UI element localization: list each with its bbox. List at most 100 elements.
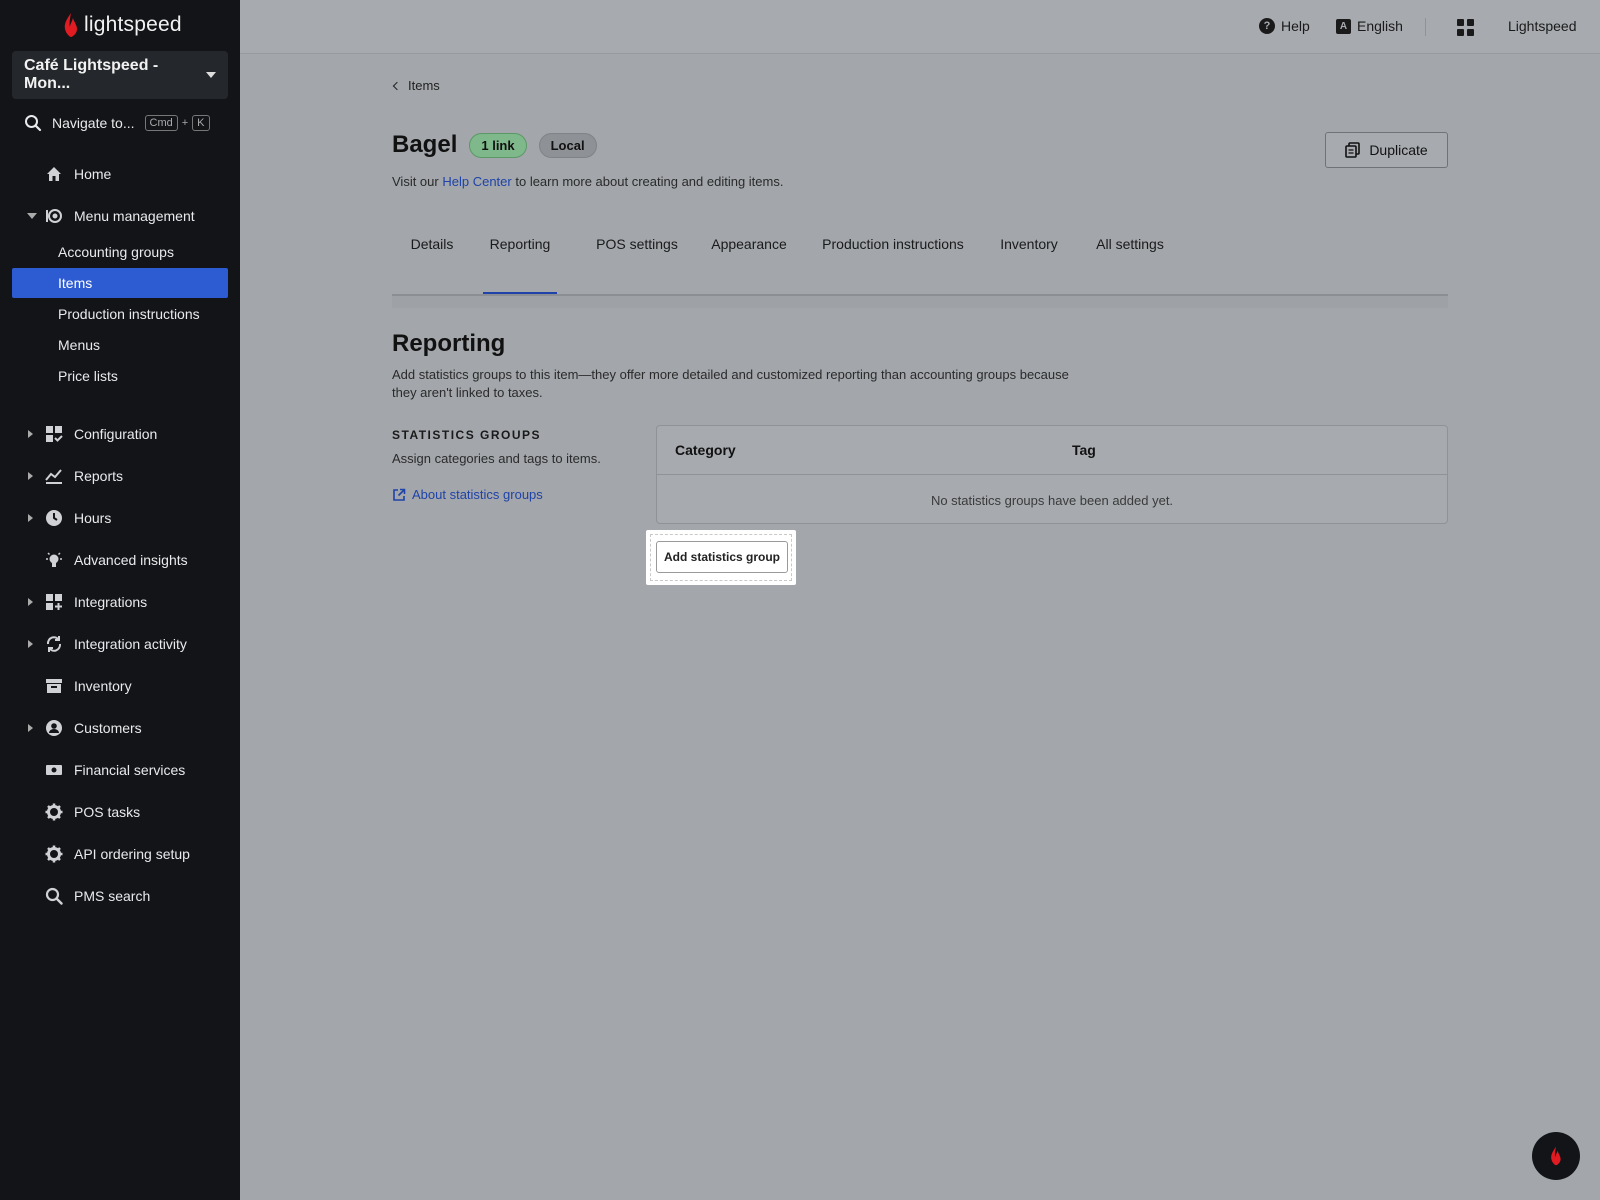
help-suffix: to learn more about creating and editing… — [515, 174, 784, 189]
sidebar-subitem-accounting-groups[interactable]: Accounting groups — [12, 237, 228, 267]
navigate-label: Navigate to... — [52, 115, 135, 131]
tab-production-instructions[interactable]: Production instructions — [804, 194, 982, 294]
expanded-arrow-icon — [27, 213, 37, 219]
inventory-icon — [45, 677, 63, 695]
sidebar-item-advanced-insights[interactable]: Advanced insights — [0, 542, 240, 578]
collapsed-arrow-icon — [28, 640, 33, 648]
about-link-label: About statistics groups — [412, 487, 543, 502]
tab-inventory[interactable]: Inventory — [983, 194, 1075, 294]
sidebar-item-configuration[interactable]: Configuration — [0, 416, 240, 452]
link-badge[interactable]: 1 link — [469, 132, 527, 158]
menu-management-icon — [45, 207, 63, 225]
sidebar-item-label: Customers — [74, 720, 142, 736]
navigate-search[interactable]: Navigate to... Cmd + K — [24, 114, 210, 132]
flame-icon — [1551, 1146, 1561, 1166]
sidebar-subitem-price-lists[interactable]: Price lists — [12, 361, 228, 391]
caret-down-icon — [206, 72, 216, 78]
shortcut-k: K — [192, 115, 210, 131]
cash-icon — [45, 761, 63, 779]
sidebar-item-label: Configuration — [74, 426, 158, 442]
statistics-groups-heading: STATISTICS GROUPS — [392, 428, 542, 442]
sidebar-item-customers[interactable]: Customers — [0, 710, 240, 746]
collapsed-arrow-icon — [28, 724, 33, 732]
sidebar-item-menu-management[interactable]: Menu management — [0, 198, 240, 234]
sidebar-item-home[interactable]: Home — [0, 156, 240, 192]
sidebar-item-reports[interactable]: Reports — [0, 458, 240, 494]
column-header-tag: Tag — [1072, 442, 1096, 458]
tab-bar: Details Reporting POS settings Appearanc… — [392, 232, 1448, 332]
external-link-icon — [393, 488, 406, 501]
statistics-groups-table: Category Tag No statistics groups have b… — [656, 425, 1448, 524]
sidebar-item-hours[interactable]: Hours — [0, 500, 240, 536]
tab-content-strip — [392, 296, 1448, 308]
main-content: Items Bagel 1 link Local Visit our Help … — [240, 54, 1600, 1200]
logo-text: lightspeed — [84, 13, 182, 36]
sidebar-item-label: Integrations — [74, 594, 148, 610]
shortcut-plus: + — [181, 117, 189, 129]
integrations-icon — [45, 593, 63, 611]
sidebar-item-api-ordering-setup[interactable]: API ordering setup — [0, 836, 240, 872]
sidebar: lightspeed Café Lightspeed - Mon... Navi… — [0, 0, 240, 1200]
home-icon — [45, 165, 63, 183]
account-menu[interactable]: Lightspeed — [1508, 18, 1577, 34]
search-icon — [25, 115, 42, 132]
help-button[interactable]: ? Help — [1259, 18, 1310, 34]
shortcut-cmd: Cmd — [144, 115, 178, 131]
breadcrumb[interactable]: Items — [392, 78, 440, 93]
sidebar-item-integrations[interactable]: Integrations — [0, 584, 240, 620]
section-title: Reporting — [392, 330, 506, 357]
language-selector[interactable]: A English — [1336, 18, 1403, 34]
column-header-category: Category — [675, 442, 736, 458]
sidebar-subitem-menus[interactable]: Menus — [12, 330, 228, 360]
lightbulb-icon — [45, 551, 63, 569]
help-prefix: Visit our — [392, 174, 439, 189]
sidebar-item-integration-activity[interactable]: Integration activity — [0, 626, 240, 662]
sidebar-item-label: Reports — [74, 468, 124, 484]
sidebar-subitem-items[interactable]: Items — [12, 268, 228, 298]
duplicate-label: Duplicate — [1369, 142, 1428, 158]
sidebar-item-inventory[interactable]: Inventory — [0, 668, 240, 704]
top-bar: ? Help A English Lightspeed — [240, 0, 1600, 54]
section-description: Add statistics groups to this item—they … — [392, 367, 1069, 400]
copy-icon — [1345, 142, 1361, 158]
sidebar-item-pos-tasks[interactable]: POS tasks — [0, 794, 240, 830]
tab-details[interactable]: Details — [392, 194, 472, 294]
sidebar-item-financial-services[interactable]: Financial services — [0, 752, 240, 788]
statistics-groups-subtitle: Assign categories and tags to items. — [392, 451, 601, 466]
about-statistics-groups-link[interactable]: About statistics groups — [392, 487, 543, 502]
sidebar-item-label: POS tasks — [74, 804, 141, 820]
tab-pos-settings[interactable]: POS settings — [581, 194, 693, 294]
tab-reporting[interactable]: Reporting — [483, 194, 557, 295]
sidebar-item-label: Menu management — [74, 208, 195, 224]
lightspeed-assistant-button[interactable] — [1532, 1132, 1580, 1180]
add-statistics-group-button[interactable]: Add statistics group — [656, 541, 788, 573]
clock-icon — [45, 509, 63, 527]
tab-all-settings[interactable]: All settings — [1076, 194, 1184, 294]
add-statistics-group-highlight: Add statistics group — [646, 530, 796, 585]
sidebar-item-label: Inventory — [74, 678, 132, 694]
sidebar-item-label: Hours — [74, 510, 112, 526]
local-badge: Local — [538, 132, 597, 158]
breadcrumb-items: Items — [408, 78, 440, 93]
lightspeed-logo[interactable]: lightspeed — [62, 12, 182, 38]
collapsed-arrow-icon — [28, 472, 33, 480]
customer-icon — [45, 719, 63, 737]
sidebar-item-pms-search[interactable]: PMS search — [0, 878, 240, 914]
apps-button[interactable] — [1457, 19, 1474, 36]
help-center-link[interactable]: Help Center — [442, 174, 511, 189]
help-icon: ? — [1259, 18, 1275, 34]
duplicate-button[interactable]: Duplicate — [1325, 132, 1448, 168]
tab-appearance[interactable]: Appearance — [695, 194, 803, 294]
sidebar-item-label: Advanced insights — [74, 552, 188, 568]
table-header: Category Tag — [657, 426, 1447, 475]
topbar-divider — [1425, 18, 1426, 36]
reports-icon — [45, 467, 63, 485]
sidebar-item-label: Financial services — [74, 762, 186, 778]
title-row: Bagel 1 link Local — [392, 131, 597, 159]
empty-state: No statistics groups have been added yet… — [930, 493, 1174, 508]
configuration-icon — [45, 425, 63, 443]
sidebar-subitem-production-instructions[interactable]: Production instructions — [12, 299, 228, 329]
location-selector[interactable]: Café Lightspeed - Mon... — [12, 51, 228, 99]
collapsed-arrow-icon — [28, 514, 33, 522]
language-icon: A — [1336, 18, 1351, 34]
